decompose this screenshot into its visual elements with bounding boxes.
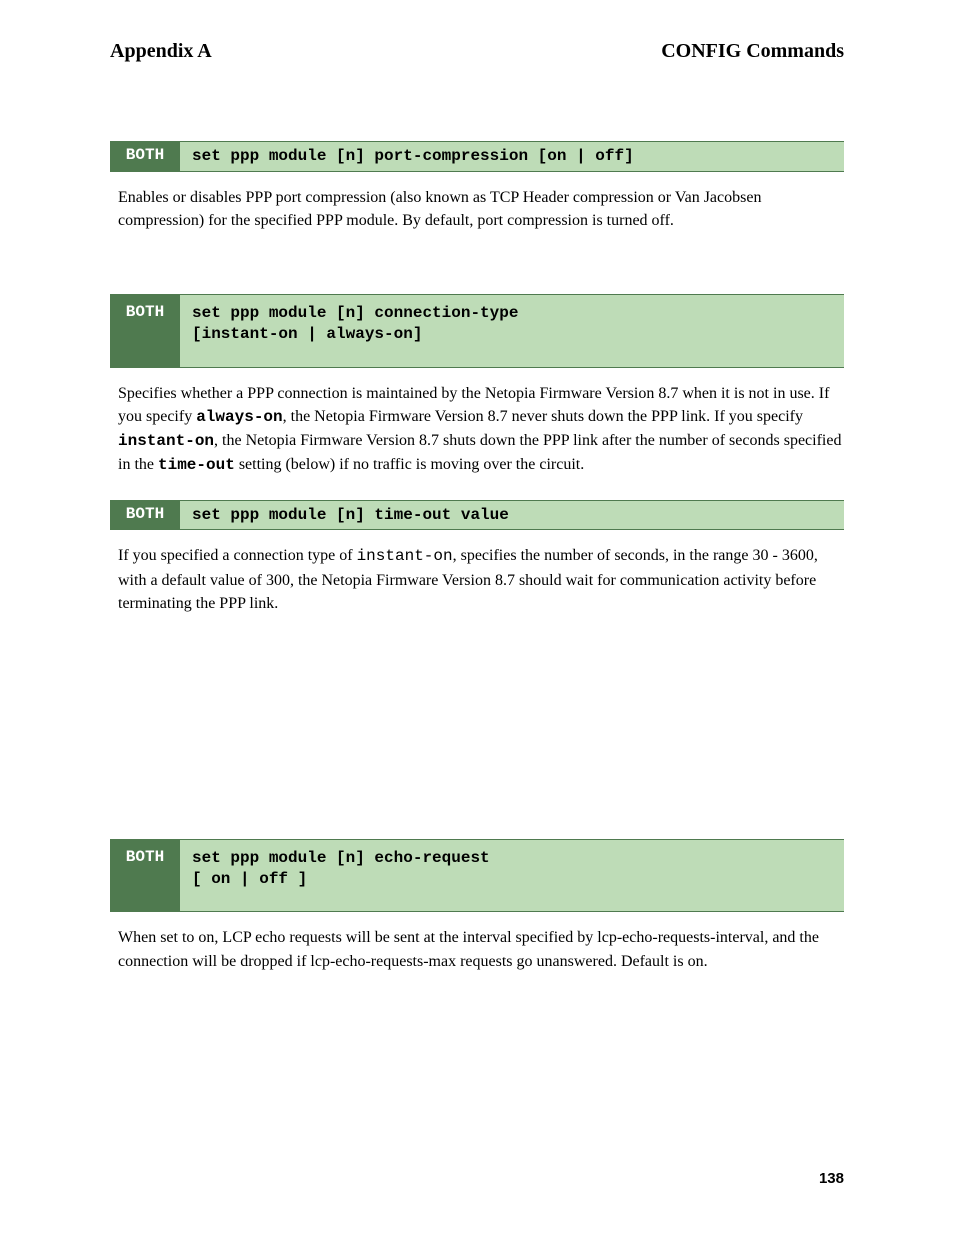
command-block: BOTH set ppp module [n] echo-request[ on… — [110, 839, 844, 913]
header-right: CONFIG Commands — [661, 40, 844, 63]
command-description: Specifies whether a PPP connection is ma… — [118, 382, 844, 478]
header-left: Appendix A — [110, 40, 212, 63]
command-description: When set to on, LCP echo requests will b… — [118, 926, 844, 972]
command-syntax: set ppp module [n] connection-type[insta… — [180, 295, 844, 367]
command-syntax: set ppp module [n] port-compression [on … — [180, 142, 844, 171]
command-block: BOTH set ppp module [n] connection-type[… — [110, 294, 844, 368]
command-description: If you specified a connection type of in… — [118, 544, 844, 615]
command-syntax: set ppp module [n] echo-request[ on | of… — [180, 840, 844, 912]
page-number: 138 — [819, 1170, 844, 1187]
command-block: BOTH set ppp module [n] time-out value — [110, 500, 844, 531]
platform-tag: BOTH — [110, 295, 180, 367]
command-block: BOTH set ppp module [n] port-compression… — [110, 141, 844, 172]
platform-tag: BOTH — [110, 840, 180, 912]
platform-tag: BOTH — [110, 501, 180, 530]
command-description: Enables or disables PPP port compression… — [118, 186, 844, 232]
platform-tag: BOTH — [110, 142, 180, 171]
command-syntax: set ppp module [n] time-out value — [180, 501, 844, 530]
